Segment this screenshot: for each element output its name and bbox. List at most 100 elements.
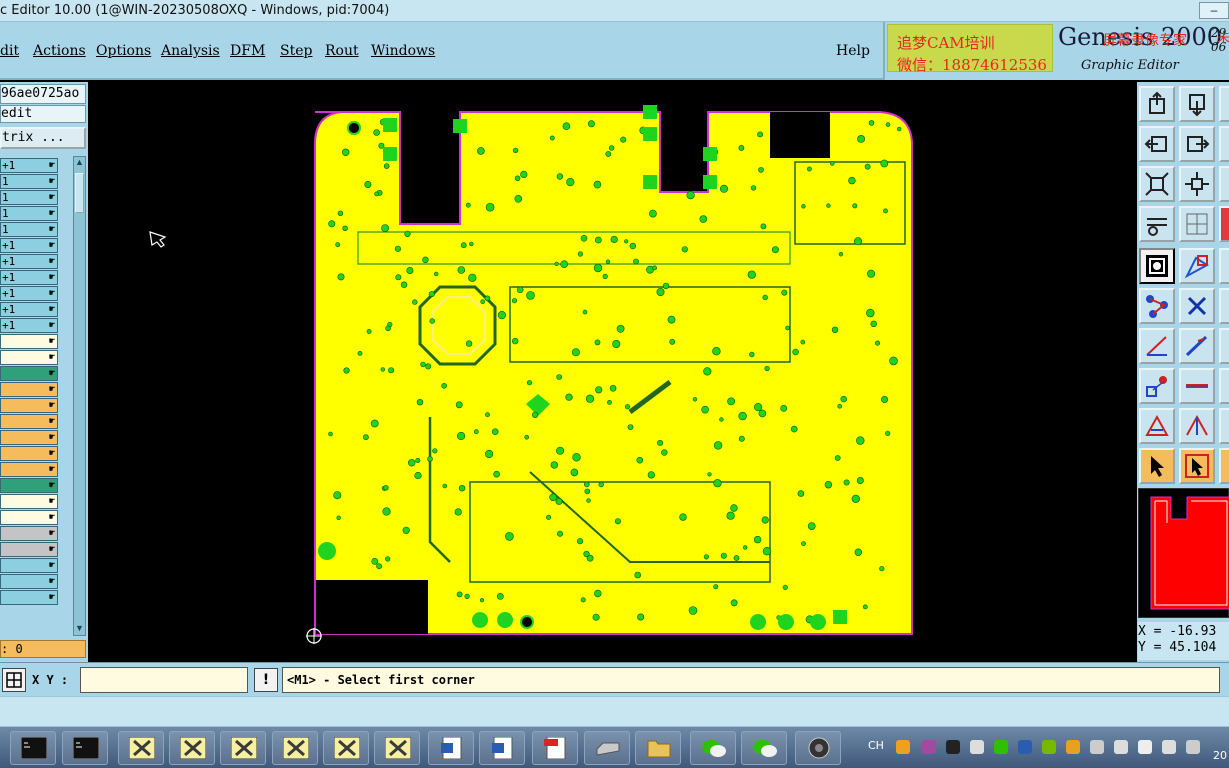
via-pad[interactable] — [491, 428, 499, 436]
layer-row[interactable]: ☛ — [0, 446, 58, 461]
via-pad[interactable] — [592, 613, 600, 621]
tray-icon-10[interactable] — [1114, 740, 1128, 754]
via-pad[interactable] — [376, 563, 382, 570]
scroll-thumb[interactable] — [75, 173, 84, 213]
via-pad[interactable] — [896, 126, 902, 132]
via-pad[interactable] — [629, 242, 636, 250]
hand-pointer-icon[interactable]: ☛ — [49, 239, 55, 252]
via-pad[interactable] — [457, 431, 466, 441]
hand-pointer-icon[interactable]: ☛ — [49, 479, 55, 492]
via-pad[interactable] — [357, 350, 363, 356]
via-pad[interactable] — [441, 382, 447, 389]
via-pad[interactable] — [757, 131, 763, 138]
hand-pointer-icon[interactable]: ☛ — [49, 415, 55, 428]
via-pad[interactable] — [383, 163, 390, 169]
via-pad[interactable] — [853, 237, 862, 246]
via-pad[interactable] — [480, 299, 486, 304]
mounting-pad[interactable] — [497, 612, 513, 628]
layer-row[interactable]: ☛ — [0, 542, 58, 557]
via-pad[interactable] — [366, 329, 372, 334]
via-pad[interactable] — [388, 367, 395, 374]
task-x-5[interactable] — [323, 731, 369, 765]
via-pad[interactable] — [555, 497, 563, 505]
via-pad[interactable] — [758, 409, 767, 418]
menu-actions[interactable]: Actions — [33, 43, 86, 59]
via-pad[interactable] — [549, 135, 555, 141]
via-pad[interactable] — [412, 299, 418, 305]
layer-row[interactable]: +1 ☛ — [0, 270, 58, 285]
via-pad[interactable] — [395, 274, 402, 281]
via-pad[interactable] — [404, 230, 411, 237]
via-pad[interactable] — [797, 490, 805, 497]
layer-row[interactable]: ☛ — [0, 462, 58, 477]
via-pad[interactable] — [562, 122, 571, 131]
hand-pointer-icon[interactable]: ☛ — [49, 319, 55, 332]
via-pad[interactable] — [733, 555, 740, 561]
via-pad[interactable] — [584, 488, 591, 495]
edit-line-button[interactable] — [1179, 328, 1215, 364]
task-cmd-2[interactable] — [62, 731, 108, 765]
layer-row[interactable]: ☛ — [0, 414, 58, 429]
select-box-button[interactable] — [1139, 248, 1175, 284]
via-pad[interactable] — [730, 599, 738, 607]
hand-pointer-icon[interactable]: ☛ — [49, 175, 55, 188]
tray-icon-2[interactable] — [922, 740, 936, 754]
via-pad[interactable] — [582, 309, 588, 315]
via-pad[interactable] — [720, 552, 727, 559]
via-pad[interactable] — [866, 308, 875, 318]
grid-tool-button[interactable] — [1179, 206, 1215, 242]
via-pad[interactable] — [856, 476, 864, 484]
overview-thumbnail[interactable] — [1138, 488, 1229, 618]
hand-pointer-icon[interactable]: ☛ — [49, 495, 55, 508]
via-pad[interactable] — [837, 403, 843, 409]
via-pad[interactable] — [456, 591, 463, 598]
via-pad[interactable] — [692, 397, 698, 402]
via-pad[interactable] — [577, 538, 584, 545]
hand-pointer-icon[interactable]: ☛ — [49, 303, 55, 316]
via-pad[interactable] — [464, 593, 470, 600]
minimize-button[interactable]: – — [1199, 2, 1229, 19]
via-pad[interactable] — [713, 584, 719, 590]
tool-edge-8[interactable] — [1219, 368, 1229, 404]
via-pad[interactable] — [583, 481, 590, 488]
layer-row[interactable]: ☛ — [0, 510, 58, 525]
via-pad[interactable] — [385, 556, 391, 562]
via-pad[interactable] — [571, 348, 580, 357]
via-pad[interactable] — [649, 209, 657, 218]
layer-row[interactable]: 1 ☛ — [0, 190, 58, 205]
via-pad[interactable] — [609, 384, 617, 392]
via-pad[interactable] — [868, 120, 875, 126]
via-pad[interactable] — [465, 202, 471, 208]
layer-row[interactable]: ☛ — [0, 334, 58, 349]
layer-row[interactable]: ☛ — [0, 350, 58, 365]
fit-screen-button[interactable] — [1139, 166, 1175, 202]
task-x-4[interactable] — [272, 731, 318, 765]
measure-tool-button[interactable] — [1139, 206, 1175, 242]
via-pad[interactable] — [381, 224, 389, 232]
via-pad[interactable] — [429, 318, 435, 324]
tool-edge-3[interactable] — [1219, 166, 1229, 202]
layer-row[interactable]: +1 ☛ — [0, 158, 58, 173]
via-pad[interactable] — [880, 395, 888, 403]
layer-row[interactable]: ☛ — [0, 526, 58, 541]
via-pad[interactable] — [669, 338, 676, 345]
via-pad[interactable] — [699, 215, 708, 223]
via-pad[interactable] — [454, 508, 462, 516]
via-pad[interactable] — [864, 163, 871, 170]
hand-pointer-icon[interactable]: ☛ — [49, 399, 55, 412]
hand-pointer-icon[interactable]: ☛ — [49, 511, 55, 524]
via-pad[interactable] — [602, 273, 608, 279]
via-pad[interactable] — [371, 557, 379, 565]
tray-icon-9[interactable] — [1090, 740, 1104, 754]
add-surface-button[interactable] — [1179, 368, 1215, 404]
via-pad[interactable] — [511, 298, 518, 304]
via-pad[interactable] — [485, 202, 495, 212]
layer-scrollbar[interactable]: ▲ ▼ — [73, 156, 86, 636]
task-cmd-1[interactable] — [10, 731, 56, 765]
via-pad[interactable] — [425, 363, 432, 370]
via-pad[interactable] — [385, 325, 391, 332]
hand-pointer-icon[interactable]: ☛ — [49, 383, 55, 396]
layer-row[interactable]: +1 ☛ — [0, 238, 58, 253]
via-pad[interactable] — [764, 365, 770, 372]
task-x-2[interactable] — [169, 731, 215, 765]
